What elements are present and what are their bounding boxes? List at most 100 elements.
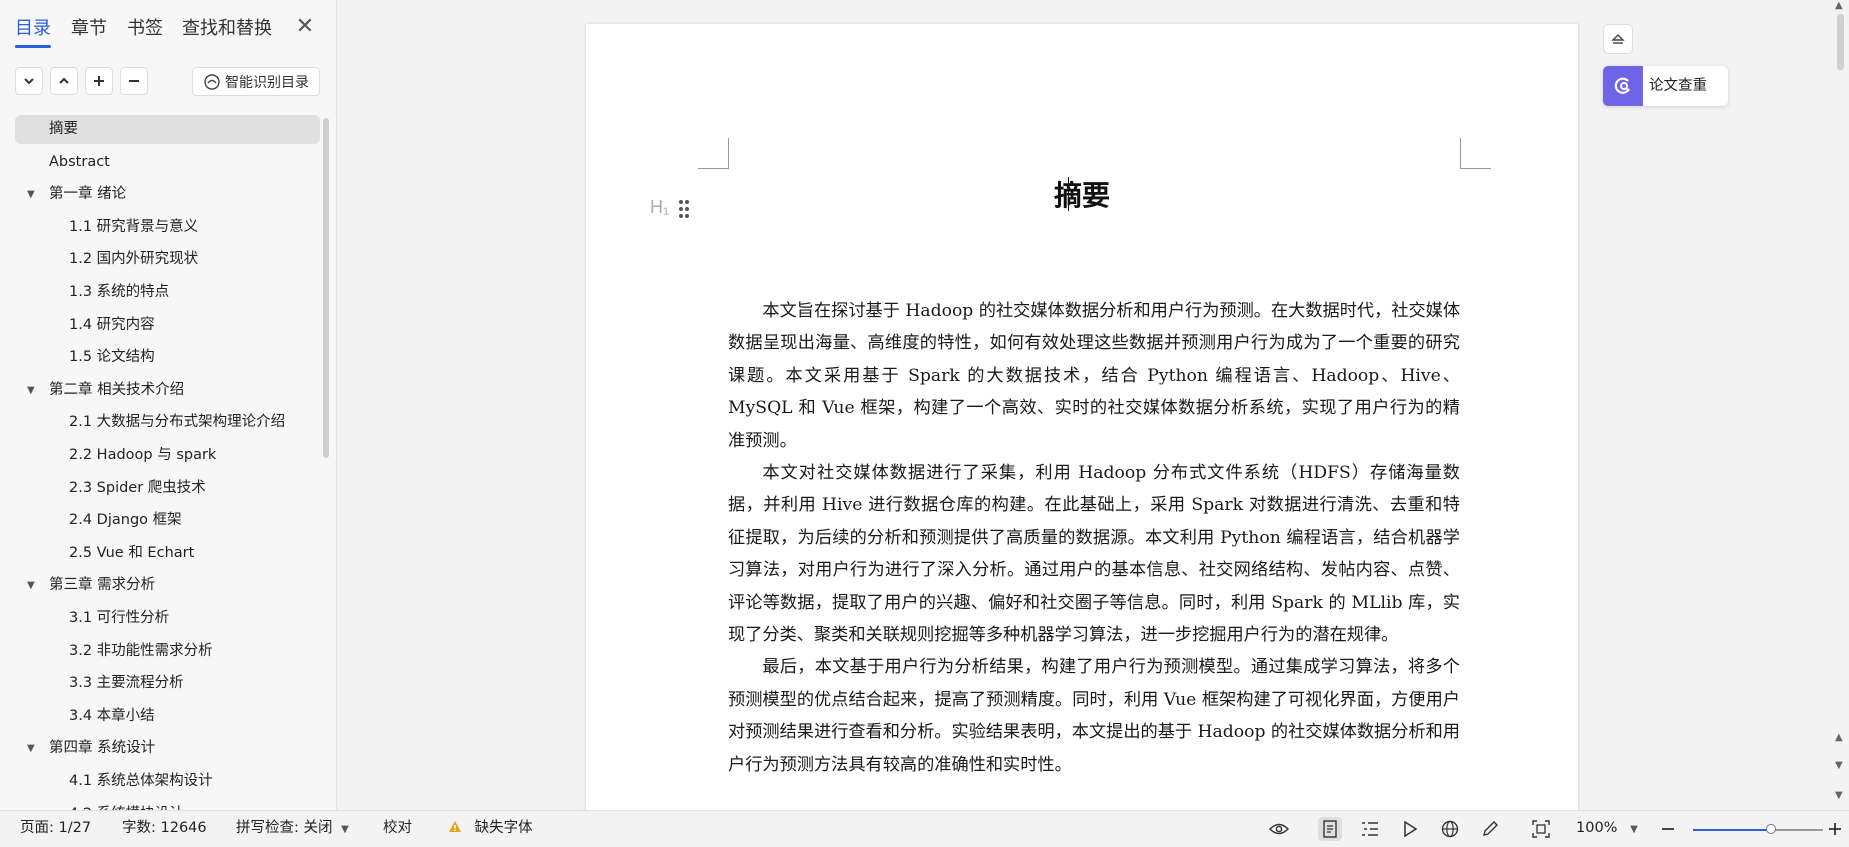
toc-item-label: 第三章 需求分析 [49,577,156,594]
toc-item[interactable]: 1.2 国内外研究现状 [15,245,320,274]
paragraph[interactable]: 本文旨在探讨基于 Hadoop 的社交媒体数据分析和用户行为预测。在大数据时代，… [728,295,1460,457]
play-icon[interactable] [1398,817,1422,841]
nav-tabs: 目录 章节 书签 查找和替换 ✕ [0,0,336,52]
eject-icon [1611,34,1625,44]
chevron-down-icon [24,78,34,85]
toc-item[interactable]: ▼ 4.2 系统模块设计 [15,800,320,810]
toc-item[interactable]: 2.1 大数据与分布式架构理论介绍 [15,408,320,437]
zoom-level[interactable]: 100% ▼ [1576,811,1638,847]
toc-item-label: 第一章 绪论 [49,186,127,203]
tab-bookmarks[interactable]: 书签 [127,16,163,44]
nav-scrollbar[interactable] [323,118,329,458]
spell-check-toggle[interactable]: 拼写检查: 关闭 ▼ [236,811,349,847]
expand-triangle-icon[interactable]: ▼ [27,180,35,209]
collapse-up-button[interactable] [50,67,78,95]
scrollbar-thumb[interactable] [1837,14,1844,70]
next-page-icon[interactable]: ▼ [1835,760,1843,771]
toc-item[interactable]: 1.3 系统的特点 [15,278,320,307]
navigation-panel: 目录 章节 书签 查找和替换 ✕ 智能识别目录 摘要 Abstract ▼ 第一章 绪… [0,0,337,810]
toc-item[interactable]: 摘要 [15,115,320,144]
zoom-slider[interactable] [1693,824,1823,834]
expand-triangle-icon[interactable]: ▼ [27,734,35,763]
toc-item-label: 2.1 大数据与分布式架构理论介绍 [69,414,286,431]
document-page[interactable]: H₁ 摘要 本文旨在探讨基于 Hadoop 的社交媒体数据分析和用户行为预测。在… [586,24,1578,824]
toc-item-label: 2.5 Vue 和 Echart [69,544,195,561]
fit-page-icon[interactable] [1529,817,1553,841]
minus-icon [129,80,139,82]
status-bar: 页面: 1/27 字数: 12646 拼写检查: 关闭 ▼ 校对 缺失字体 10… [0,810,1849,846]
toc-item[interactable]: 4.1 系统总体架构设计 [15,767,320,796]
toc-item[interactable]: 3.3 主要流程分析 [15,669,320,698]
crop-mark-top-left [698,138,729,169]
outline-view-icon[interactable] [1358,817,1382,841]
page-indicator[interactable]: 页面: 1/27 [20,811,91,846]
toc-item[interactable]: 1.1 研究背景与意义 [15,213,320,242]
pen-icon[interactable] [1478,817,1502,841]
toc-item[interactable]: ▼ 第四章 系统设计 [15,734,320,763]
toc-item[interactable]: ▼ 第三章 需求分析 [15,571,320,600]
document-scrollbar[interactable]: ▲ ▲ ▼ ▼ [1832,0,1849,810]
toc-outline: 摘要 Abstract ▼ 第一章 绪论 1.1 研究背景与意义 1.2 国内外研究现状 1… [0,115,326,810]
zoom-slider-knob[interactable] [1766,824,1776,834]
tab-chapters[interactable]: 章节 [71,16,107,44]
expand-triangle-icon[interactable]: ▼ [27,800,35,810]
toc-item-label: 1.2 国内外研究现状 [69,251,199,268]
scroll-up-icon[interactable]: ▲ [1835,0,1843,11]
expand-triangle-icon[interactable]: ▼ [27,571,35,600]
toc-item-label: Abstract [49,153,110,170]
expand-triangle-icon[interactable]: ▼ [27,376,35,405]
remove-level-button[interactable] [120,67,148,95]
paragraph[interactable]: 最后，本文基于用户行为分析结果，构建了用户行为预测模型。通过集成学习算法，将多个… [728,651,1460,781]
chevron-up-icon [59,77,69,84]
toc-item-label: 4.1 系统总体架构设计 [69,773,213,789]
add-level-button[interactable] [85,67,113,95]
text-caret [1068,177,1069,211]
tab-find-replace[interactable]: 查找和替换 [182,16,272,44]
web-view-icon[interactable] [1438,817,1462,841]
crop-mark-top-right [1460,138,1491,169]
eye-icon[interactable] [1267,817,1291,841]
toc-item[interactable]: 3.2 非功能性需求分析 [15,637,320,666]
toc-item[interactable]: 2.2 Hadoop 与 spark [15,441,320,470]
toc-item[interactable]: 2.3 Spider 爬虫技术 [15,474,320,503]
page-view-icon[interactable] [1318,817,1342,841]
paragraph[interactable]: 本文对社交媒体数据进行了采集，利用 Hadoop 分布式文件系统（HDFS）存储… [728,457,1460,651]
spell-check-label: 拼写检查: 关闭 [236,820,333,836]
toc-item-label: 3.1 可行性分析 [69,610,170,626]
toc-item-label: 2.4 Django 框架 [69,512,182,529]
plus-icon [94,76,104,86]
tab-toc[interactable]: 目录 [15,16,51,48]
toc-item[interactable]: ▼ 第一章 绪论 [15,180,320,209]
toc-item-label: 3.3 主要流程分析 [69,675,184,692]
document-title[interactable]: 摘要 [586,174,1578,214]
smart-toc-label: 智能识别目录 [225,74,309,91]
toc-item[interactable]: 1.4 研究内容 [15,311,320,340]
document-body[interactable]: 本文旨在探讨基于 Hadoop 的社交媒体数据分析和用户行为预测。在大数据时代，… [728,295,1460,781]
toc-item[interactable]: Abstract [15,148,320,177]
zoom-level-label: 100% [1576,820,1618,836]
prev-page-icon[interactable]: ▲ [1835,732,1843,743]
toc-item[interactable]: 3.4 本章小结 [15,702,320,731]
expand-down-button[interactable] [15,67,43,95]
toc-item-label: 1.4 研究内容 [69,316,155,333]
collapse-panel-button[interactable] [1603,24,1633,54]
toc-item[interactable]: 2.4 Django 框架 [15,506,320,535]
toc-item-label: 2.3 Spider 爬虫技术 [69,479,206,496]
zoom-in-icon[interactable] [1823,817,1847,841]
smart-toc-button[interactable]: 智能识别目录 [192,67,320,96]
scroll-down-icon[interactable]: ▼ [1835,790,1843,801]
missing-font-button[interactable]: 缺失字体 [448,811,533,846]
toc-item-label: 3.2 非功能性需求分析 [69,642,213,659]
plagiarism-check-icon [1603,66,1643,106]
toc-item[interactable]: ▼ 第二章 相关技术介绍 [15,376,320,405]
zoom-out-icon[interactable] [1656,817,1680,841]
toc-item[interactable]: 2.5 Vue 和 Echart [15,539,320,568]
word-count[interactable]: 字数: 12646 [122,811,207,846]
proofread-button[interactable]: 校对 [383,811,412,846]
plagiarism-check-button[interactable]: 论文查重 [1603,66,1728,106]
close-icon[interactable]: ✕ [292,14,318,40]
toc-item[interactable]: 3.1 可行性分析 [15,604,320,633]
toc-item[interactable]: 1.5 论文结构 [15,343,320,372]
ai-icon [204,73,220,90]
toc-item-label: 4.2 系统模块设计 [69,800,184,810]
